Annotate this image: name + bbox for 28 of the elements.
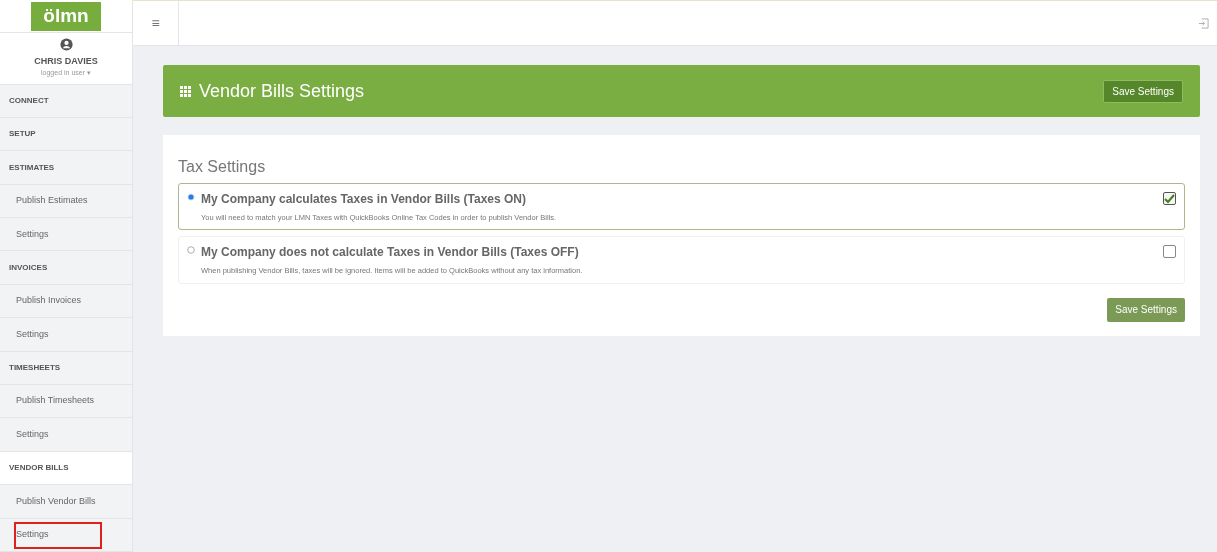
radio-button[interactable] (187, 193, 195, 201)
sidebar-link[interactable]: Publish Vendor Bills (0, 485, 132, 518)
sidebar-link[interactable]: Settings (0, 318, 132, 351)
sidebar-link[interactable]: Publish Estimates (0, 184, 132, 218)
user-icon (59, 37, 73, 51)
sidebar-section[interactable]: ESTIMATES (0, 151, 132, 184)
sidebar-link[interactable]: Publish Invoices (0, 284, 132, 318)
option-label: My Company calculates Taxes in Vendor Bills (Taxes ON) (201, 191, 527, 208)
sidebar-section[interactable]: TIMESHEETS (0, 351, 132, 385)
user-name: CHRIS DAVIES (34, 54, 98, 68)
page-title: Vendor Bills Settings (199, 79, 366, 103)
sidebar-link[interactable]: Settings (0, 218, 132, 251)
menu-button[interactable]: ≡ (133, 1, 179, 45)
radio-button[interactable] (187, 246, 195, 255)
save-settings-button[interactable]: Save Settings (1103, 79, 1183, 103)
sidebar-section[interactable]: SETUP (0, 117, 132, 151)
checkbox[interactable] (1163, 192, 1176, 205)
option-label: My Company does not calculate Taxes in Vendor Bills (Taxes OFF) (201, 244, 580, 262)
sidebar-link[interactable]: Settings (0, 418, 132, 451)
grid-icon (180, 85, 191, 97)
sidebar-section[interactable]: VENDOR BILLS (0, 451, 132, 485)
sidebar-section[interactable]: INVOICES (0, 251, 132, 284)
logout-icon[interactable] (1198, 17, 1209, 29)
section-title: Tax Settings (178, 157, 267, 177)
save-settings-button[interactable]: Save Settings (1107, 297, 1185, 322)
sidebar-section[interactable]: CONNECT (0, 84, 132, 117)
checkbox[interactable] (1163, 245, 1176, 259)
sidebar-link[interactable]: Publish Timesheets (0, 385, 132, 418)
